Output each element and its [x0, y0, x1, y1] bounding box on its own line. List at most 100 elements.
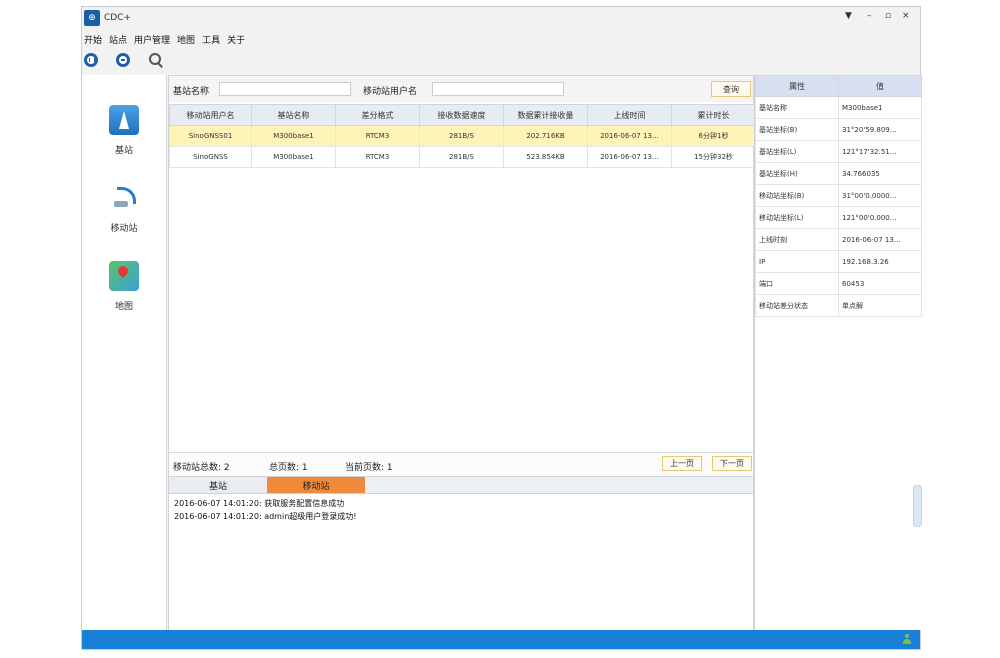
menu-tools[interactable]: 工具 [202, 33, 220, 47]
property-row: 基站名称 M300base1 [755, 96, 922, 119]
property-value: 31°20'59.809… [838, 118, 922, 141]
property-value: 34.766035 [838, 162, 922, 185]
prev-page-button[interactable]: 上一页 [662, 456, 702, 471]
pagination-bar: 移动站总数: 2 总页数: 1 当前页数: 1 上一页 下一页 [169, 452, 753, 475]
table-cell: SinoGNSS01 [169, 125, 252, 147]
property-name: 基站坐标(L) [755, 140, 839, 163]
table-cell: 2016-06-07 13… [587, 146, 672, 168]
dropdown-window-icon[interactable]: ▼ [845, 11, 852, 21]
property-value: 60453 [838, 272, 922, 295]
nav-item-map[interactable]: 地图 [82, 261, 166, 312]
rover-total-count: 移动站总数: 2 [173, 463, 230, 473]
value-header: 值 [838, 75, 922, 97]
property-name: 端口 [755, 272, 839, 295]
column-header[interactable]: 基站名称 [251, 104, 336, 126]
property-name: 移动站坐标(L) [755, 206, 839, 229]
menu-about[interactable]: 关于 [227, 33, 245, 47]
user-icon[interactable] [902, 634, 912, 644]
table-cell: 6分钟1秒 [671, 125, 756, 147]
nav-item-base-station[interactable]: 基站 [82, 105, 166, 156]
properties-table: 属性 值 基站名称 M300base1 基站坐标(B) 31°20'59.809… … [755, 75, 922, 317]
property-name: 基站名称 [755, 96, 839, 119]
property-name: 移动站坐标(B) [755, 184, 839, 207]
property-name: IP [755, 250, 839, 273]
log-line: 2016-06-07 14:01:20: admin超级用户登录成功! [174, 512, 357, 521]
rover-user-label: 移动站用户名 [363, 87, 418, 97]
minimize-button[interactable]: – [867, 11, 872, 21]
menu-start[interactable]: 开始 [84, 33, 102, 47]
property-value: M300base1 [838, 96, 922, 119]
table-row[interactable]: SinoGNSS M300base1 RTCM3 281B/S 523.854K… [169, 146, 756, 168]
app-window: ⊕ CDC+ ▼ – ▫ × 开始 站点 用户管理 地图 工具 关于 基站 移动… [81, 6, 922, 650]
property-row: 移动站坐标(B) 31°00'0.0000… [755, 184, 922, 207]
tab-base-station[interactable]: 基站 [169, 477, 267, 493]
app-title: CDC+ [104, 13, 132, 23]
property-value: 121°00'0.000… [838, 206, 922, 229]
tab-rover-station[interactable]: 移动站 [267, 477, 365, 493]
column-header[interactable]: 上线时间 [587, 104, 672, 126]
property-row: 移动站坐标(L) 121°00'0.000… [755, 206, 922, 229]
nav-item-rover-station[interactable]: 移动站 [82, 183, 166, 234]
table-cell: 523.854KB [503, 146, 588, 168]
table-cell: RTCM3 [335, 146, 420, 168]
query-button[interactable]: 查询 [711, 81, 751, 97]
table-row[interactable]: SinoGNSS01 M300base1 RTCM3 281B/S 202.71… [169, 125, 756, 147]
property-value: 31°00'0.0000… [838, 184, 922, 207]
rover-table: 移动站用户名 基站名称 差分格式 接收数据速度 数据累计接收量 上线时间 累计时… [169, 104, 756, 168]
property-value: 2016-06-07 13… [838, 228, 922, 251]
table-cell: RTCM3 [335, 125, 420, 147]
left-nav: 基站 移动站 地图 [82, 75, 167, 630]
total-pages: 总页数: 1 [269, 463, 308, 473]
search-row: 基站名称 移动站用户名 查询 [169, 76, 753, 102]
column-header[interactable]: 移动站用户名 [169, 104, 252, 126]
table-cell: 2016-06-07 13… [587, 125, 672, 147]
side-scroll-handle[interactable] [913, 485, 922, 527]
log-panel: 2016-06-07 14:01:20: 获取服务配置信息成功 2016-06-… [169, 494, 753, 630]
property-name: 移动站差分状态 [755, 294, 839, 317]
property-name: 基站坐标(H) [755, 162, 839, 185]
property-row: IP 192.168.3.26 [755, 250, 922, 273]
restore-button[interactable]: ▫ [885, 11, 891, 21]
property-value: 121°17'32.51… [838, 140, 922, 163]
menu-sites[interactable]: 站点 [109, 33, 127, 47]
table-cell: M300base1 [251, 146, 336, 168]
map-icon [109, 261, 139, 291]
rover-user-input[interactable] [432, 82, 564, 96]
next-page-button[interactable]: 下一页 [712, 456, 752, 471]
menu-bar: 开始 站点 用户管理 地图 工具 关于 [84, 33, 245, 47]
property-row: 基站坐标(H) 34.766035 [755, 162, 922, 185]
log-line: 2016-06-07 14:01:20: 获取服务配置信息成功 [174, 499, 345, 508]
property-row: 移动站差分状态 单点解 [755, 294, 922, 317]
base-name-input[interactable] [219, 82, 351, 96]
column-header[interactable]: 接收数据速度 [419, 104, 504, 126]
nav-label: 移动站 [110, 224, 138, 234]
status-bar [82, 630, 920, 649]
menu-map[interactable]: 地图 [177, 33, 195, 47]
table-cell: 15分钟32秒 [671, 146, 756, 168]
table-cell: 281B/S [419, 146, 504, 168]
properties-header-row: 属性 值 [755, 75, 922, 97]
column-header[interactable]: 数据累计接收量 [503, 104, 588, 126]
column-header[interactable]: 差分格式 [335, 104, 420, 126]
property-value: 192.168.3.26 [838, 250, 922, 273]
table-cell: M300base1 [251, 125, 336, 147]
app-logo-icon: ⊕ [84, 10, 100, 26]
property-row: 基站坐标(B) 31°20'59.809… [755, 118, 922, 141]
property-name: 上线时刻 [755, 228, 839, 251]
close-button[interactable]: × [902, 11, 910, 21]
stop-icon[interactable] [116, 53, 130, 67]
table-header-row: 移动站用户名 基站名称 差分格式 接收数据速度 数据累计接收量 上线时间 累计时… [169, 104, 756, 126]
property-value: 单点解 [838, 294, 922, 317]
property-name: 基站坐标(B) [755, 118, 839, 141]
pause-icon[interactable] [84, 53, 98, 67]
column-header[interactable]: 累计时长 [671, 104, 756, 126]
property-row: 上线时刻 2016-06-07 13… [755, 228, 922, 251]
table-cell: 202.716KB [503, 125, 588, 147]
nav-label: 基站 [114, 146, 133, 156]
toolbar [84, 51, 164, 69]
bottom-tabs: 基站 移动站 [169, 476, 753, 494]
menu-user-management[interactable]: 用户管理 [134, 33, 170, 47]
base-name-label: 基站名称 [173, 87, 210, 97]
search-icon[interactable] [148, 52, 164, 68]
property-row: 基站坐标(L) 121°17'32.51… [755, 140, 922, 163]
